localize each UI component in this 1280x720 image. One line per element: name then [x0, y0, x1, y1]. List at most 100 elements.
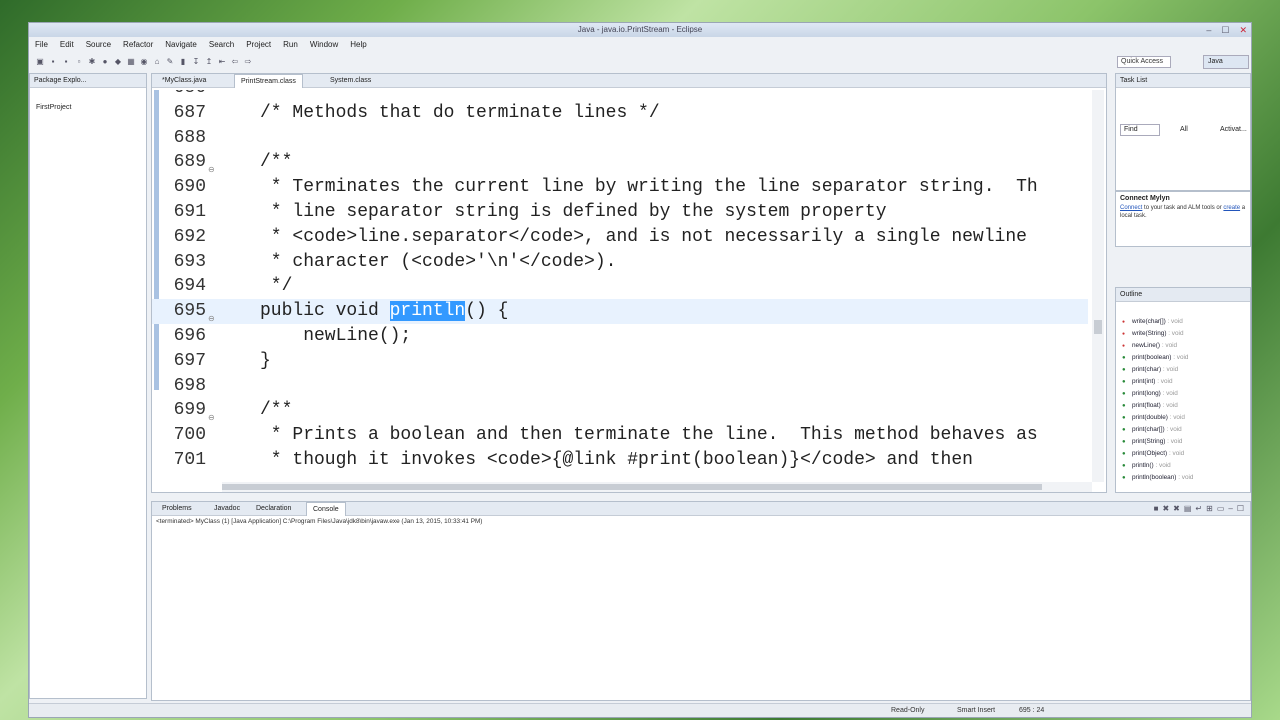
last-edit-icon[interactable]: ⇤ [217, 57, 227, 67]
find-input[interactable]: Find [1120, 124, 1160, 136]
scroll-thumb[interactable] [222, 484, 1042, 490]
outline-item[interactable]: println(boolean) : void [1120, 472, 1250, 484]
tab-problems[interactable]: Problems [156, 502, 198, 516]
new-package-icon[interactable]: ▦ [126, 57, 136, 67]
outline-item-name: print(String) [1132, 438, 1166, 445]
menu-source[interactable]: Source [86, 38, 111, 52]
tab-myclass[interactable]: *MyClass.java [156, 74, 212, 88]
outline-item[interactable]: print(String) : void [1120, 436, 1250, 448]
code-line[interactable]: 694 */ [152, 274, 1088, 299]
save-all-icon[interactable]: ▪ [61, 57, 71, 67]
code-line[interactable]: 696 newLine(); [152, 324, 1088, 349]
back-icon[interactable]: ⇦ [230, 57, 240, 67]
package-explorer-tab[interactable]: Package Explo... [30, 74, 146, 88]
maximize-icon[interactable]: ☐ [1237, 504, 1244, 513]
all-filter[interactable]: All [1180, 126, 1188, 133]
external-tools-icon[interactable]: ◆ [113, 57, 123, 67]
code-area[interactable]: 686687 /* Methods that do terminate lines… [152, 90, 1088, 484]
outline-item[interactable]: print(char[]) : void [1120, 424, 1250, 436]
menu-project[interactable]: Project [246, 38, 271, 52]
outline-item[interactable]: print(float) : void [1120, 400, 1250, 412]
outline-tab[interactable]: Outline [1116, 288, 1250, 302]
code-line[interactable]: 698 [152, 374, 1088, 399]
open-console-icon[interactable]: ▭ [1217, 504, 1225, 513]
outline-item[interactable]: print(long) : void [1120, 388, 1250, 400]
tab-printstream[interactable]: PrintStream.class [234, 74, 303, 88]
new-icon[interactable]: ▣ [35, 57, 45, 67]
menu-file[interactable]: File [35, 38, 48, 52]
code-line[interactable]: 701 * though it invokes <code>{@link #pr… [152, 448, 1088, 473]
outline-item[interactable]: print(boolean) : void [1120, 352, 1250, 364]
save-icon[interactable]: ▪ [48, 57, 58, 67]
code-line[interactable]: 691 * line separator string is defined b… [152, 200, 1088, 225]
tab-console[interactable]: Console [306, 502, 346, 516]
editor-horizontal-scrollbar[interactable] [222, 482, 1092, 492]
outline-item-name: print(double) [1132, 414, 1168, 421]
code-line[interactable]: 697} [152, 349, 1088, 374]
menu-refactor[interactable]: Refactor [123, 38, 153, 52]
tab-javadoc[interactable]: Javadoc [208, 502, 246, 516]
minimize-icon[interactable]: – [1206, 23, 1211, 37]
menu-window[interactable]: Window [310, 38, 338, 52]
prev-annotation-icon[interactable]: ↥ [204, 57, 214, 67]
word-wrap-icon[interactable]: ↵ [1195, 504, 1202, 513]
run-icon[interactable]: ● [100, 57, 110, 67]
code-line[interactable]: 699 ⊖/** [152, 398, 1088, 423]
code-line[interactable]: 695 ⊖ public void println() { [152, 299, 1088, 324]
code-line[interactable]: 689 ⊖/** [152, 150, 1088, 175]
menu-help[interactable]: Help [350, 38, 366, 52]
outline-item[interactable]: write(char[]) : void [1120, 316, 1250, 328]
search-icon[interactable]: ✎ [165, 57, 175, 67]
minimize-icon[interactable]: – [1228, 504, 1232, 513]
create-link[interactable]: create [1223, 205, 1240, 211]
menu-run[interactable]: Run [283, 38, 298, 52]
quick-access-input[interactable]: Quick Access [1117, 56, 1171, 68]
editor-vertical-scrollbar[interactable] [1092, 90, 1104, 482]
menu-navigate[interactable]: Navigate [165, 38, 197, 52]
activate-link[interactable]: Activat... [1220, 126, 1247, 133]
code-line[interactable]: 690 * Terminates the current line by wri… [152, 175, 1088, 200]
mylyn-panel: Connect Mylyn Connect to your task and A… [1115, 191, 1251, 247]
code-line[interactable]: 687 /* Methods that do terminate lines */ [152, 101, 1088, 126]
outline-item[interactable]: print(char) : void [1120, 364, 1250, 376]
connect-link[interactable]: Connect [1120, 205, 1142, 211]
scroll-lock-icon[interactable]: ▤ [1184, 504, 1192, 513]
close-icon[interactable]: ✕ [1239, 23, 1247, 37]
code-text: * line separator string is defined by th… [260, 202, 887, 222]
tab-system[interactable]: System.class [324, 74, 377, 88]
selected-text[interactable]: println [389, 301, 466, 322]
maximize-icon[interactable]: ☐ [1221, 23, 1229, 37]
task-list-tab[interactable]: Task List [1116, 74, 1250, 88]
pin-console-icon[interactable]: ⊞ [1206, 504, 1213, 513]
remove-launch-icon[interactable]: ✖ [1162, 504, 1169, 513]
outline-item-name: newLine() [1132, 342, 1161, 349]
next-annotation-icon[interactable]: ↧ [191, 57, 201, 67]
code-line[interactable]: 692 * <code>line.separator</code>, and i… [152, 225, 1088, 250]
open-type-icon[interactable]: ⌂ [152, 57, 162, 67]
scroll-thumb[interactable] [1094, 320, 1102, 334]
outline-item[interactable]: write(String) : void [1120, 328, 1250, 340]
toggle-mark-icon[interactable]: ▮ [178, 57, 188, 67]
code-line[interactable]: 693 * character (<code>'\n'</code>). [152, 250, 1088, 275]
outline-item[interactable]: println() : void [1120, 460, 1250, 472]
java-perspective-button[interactable]: Java [1203, 55, 1249, 69]
outline-item[interactable]: print(double) : void [1120, 412, 1250, 424]
menu-edit[interactable]: Edit [60, 38, 74, 52]
code-line[interactable]: 688 [152, 126, 1088, 151]
code-line[interactable]: 686 [152, 90, 1088, 101]
code-line[interactable]: 700 * Prints a boolean and then terminat… [152, 423, 1088, 448]
new-class-icon[interactable]: ◉ [139, 57, 149, 67]
menu-search[interactable]: Search [209, 38, 234, 52]
outline-item-name: print(float) [1132, 402, 1161, 409]
terminate-icon[interactable]: ■ [1154, 504, 1159, 513]
debug-icon[interactable]: ✱ [87, 57, 97, 67]
forward-icon[interactable]: ⇨ [243, 57, 253, 67]
line-number: 698 [173, 375, 206, 396]
tab-declaration[interactable]: Declaration [250, 502, 297, 516]
remove-all-icon[interactable]: ✖ [1173, 504, 1180, 513]
outline-item[interactable]: print(int) : void [1120, 376, 1250, 388]
tree-item-firstproject[interactable]: FirstProject [30, 102, 146, 114]
print-icon[interactable]: ▫ [74, 57, 84, 67]
outline-item[interactable]: newLine() : void [1120, 340, 1250, 352]
outline-item[interactable]: print(Object) : void [1120, 448, 1250, 460]
